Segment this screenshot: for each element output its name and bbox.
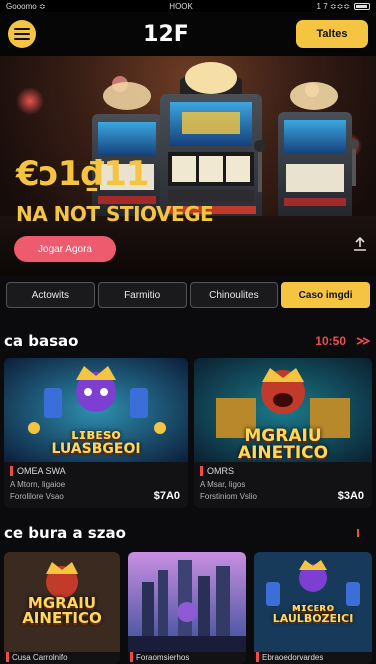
category-tabs: Actowits Farmitio Chinoulites Caso imgdi	[6, 282, 370, 308]
status-carrier: Gooomo ≎	[6, 1, 46, 11]
status-bar: Gooomo ≎ HOOK 1 7 ≎≎≎	[0, 0, 376, 12]
status-right: 1 7 ≎≎≎	[317, 2, 370, 11]
top-bar: 12F Taltes	[0, 12, 376, 56]
card-subtitle-1: A Mtorn, ligaioe	[10, 480, 66, 489]
game-title: MGRAIU AINETICO	[237, 426, 329, 463]
play-now-button[interactable]: Jogar Agora	[14, 236, 116, 262]
game-title: MGRAIU AINETICO	[22, 594, 102, 627]
card-subtitle-1: A Msar, ligos	[200, 480, 246, 489]
card-price: $7A0	[153, 490, 180, 502]
game-card[interactable]: MGRAIU AINETICO OMRS A Msar, ligos Forsti…	[194, 358, 372, 508]
section-title-1: ca basao	[4, 332, 79, 350]
section-header-1: ca basao 10:50	[0, 330, 376, 352]
hero-banner[interactable]: €ɔ1₫11 NA NOT STIOVEGE Jogar Agora	[0, 56, 376, 276]
chevron-right-icon[interactable]	[356, 528, 370, 538]
menu-button[interactable]	[8, 20, 36, 48]
tab-chinoulites[interactable]: Chinoulites	[189, 282, 279, 308]
live-indicator-icon	[130, 652, 133, 662]
chevron-right-icon[interactable]	[356, 336, 370, 346]
small-game-card[interactable]: ᴍɪᴄᴇʀᴏ LAULBOZEICI Ebraoedorvardes	[254, 552, 372, 664]
status-signal: 1 7 ≎≎≎	[316, 1, 350, 11]
battery-icon	[354, 2, 370, 10]
small-card-label: Foraomsierhos	[136, 652, 190, 662]
card-subtitle-2: Forstiniom Vslio	[200, 492, 257, 501]
small-card-label: Cusa Carrolnifo	[12, 652, 68, 662]
card-price: $3A0	[337, 490, 364, 502]
live-indicator-icon	[256, 652, 259, 662]
section-header-2: ce bura a szao	[0, 522, 376, 544]
small-game-card[interactable]: Foraomsierhos	[128, 552, 246, 664]
small-card-label: Ebraoedorvardes	[262, 652, 324, 662]
game-title: ᴍɪᴄᴇʀᴏ LAULBOZEICI	[272, 601, 354, 625]
card-name: OMRS	[207, 466, 234, 476]
header-cta-button[interactable]: Taltes	[296, 20, 368, 48]
small-game-card[interactable]: MGRAIU AINETICO Cusa Carrolnifo	[4, 552, 120, 664]
tab-farmitio[interactable]: Farmitio	[97, 282, 187, 308]
live-indicator-icon	[10, 466, 13, 476]
tab-caso-imgdi[interactable]: Caso imgdi	[281, 282, 370, 308]
section-title-2: ce bura a szao	[4, 524, 126, 542]
card-subtitle-2: Forolilore Vsao	[10, 492, 64, 501]
hamburger-icon	[14, 28, 30, 30]
hero-title: €ɔ1₫11	[16, 154, 149, 194]
game-card[interactable]: ʟɪʙᴇꜱᴏ LUASBGEOI OMEA SWA A Mtorn, ligaio…	[4, 358, 188, 508]
hero-subtitle: NA NOT STIOVEGE	[16, 202, 214, 226]
game-thumbnail	[128, 552, 246, 652]
share-icon[interactable]	[352, 236, 368, 252]
live-indicator-icon	[200, 466, 203, 476]
status-time: HOOK	[169, 1, 193, 11]
tab-actowits[interactable]: Actowits	[6, 282, 95, 308]
app-logo[interactable]: 12F	[143, 22, 189, 47]
section-count: 10:50	[315, 334, 346, 348]
card-name: OMEA SWA	[17, 466, 66, 476]
live-indicator-icon	[6, 652, 9, 662]
game-title: ʟɪʙᴇꜱᴏ LUASBGEOI	[51, 427, 141, 457]
